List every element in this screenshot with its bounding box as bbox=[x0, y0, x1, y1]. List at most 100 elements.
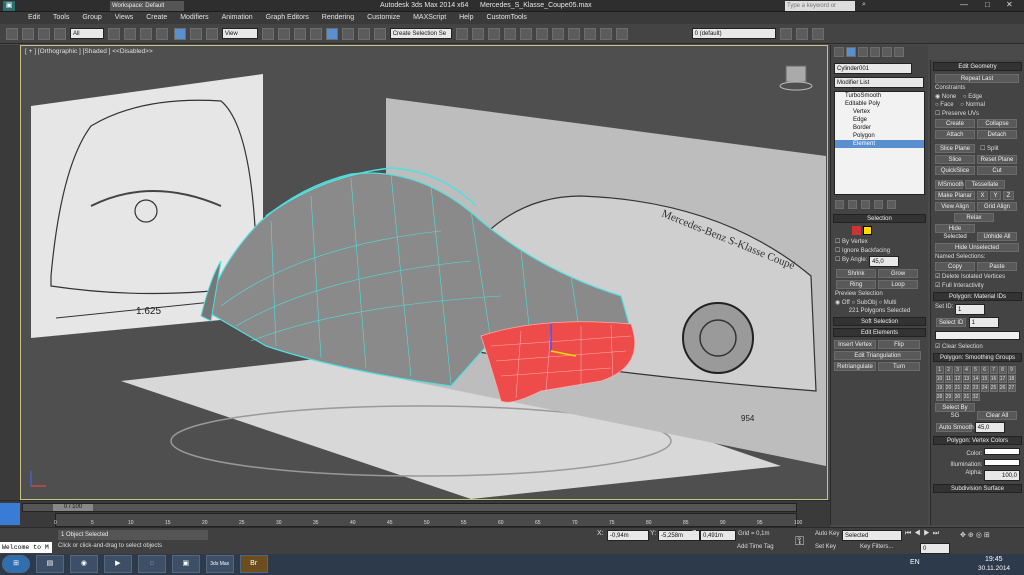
grid-align-button[interactable]: Grid Align bbox=[977, 202, 1017, 211]
select-id-button[interactable]: Select ID bbox=[936, 318, 966, 327]
full-interactivity-checkbox[interactable]: ☑ Full Interactivity bbox=[931, 281, 1024, 290]
clear-selection-checkbox[interactable]: ☑ Clear Selection bbox=[931, 342, 1024, 351]
alpha-input[interactable]: 100,0 bbox=[984, 470, 1020, 481]
maximize-button[interactable]: □ bbox=[985, 0, 990, 9]
relax-button[interactable]: Relax bbox=[954, 213, 994, 222]
smoothing-group-button[interactable]: 7 bbox=[989, 365, 998, 374]
stack-turbosmooth[interactable]: TurboSmooth bbox=[835, 92, 924, 100]
search-icon[interactable]: ⌕ bbox=[862, 1, 866, 9]
delete-isolated-checkbox[interactable]: ☑ Delete Isolated Vertices bbox=[931, 272, 1024, 281]
undo-icon[interactable] bbox=[6, 28, 18, 40]
layer-select-icon[interactable] bbox=[811, 28, 824, 40]
modifier-stack[interactable]: TurboSmooth Editable Poly Vertex Edge Bo… bbox=[834, 91, 925, 195]
planar-z-button[interactable]: Z bbox=[1003, 191, 1014, 200]
element-mode-icon[interactable] bbox=[863, 226, 872, 235]
folder-icon[interactable]: ▣ bbox=[171, 555, 200, 573]
edit-geometry-rollout[interactable]: Edit Geometry bbox=[933, 62, 1022, 71]
smoothing-group-button[interactable]: 31 bbox=[962, 392, 971, 401]
set-key-button[interactable]: Set Key bbox=[815, 544, 836, 550]
snap-icon[interactable] bbox=[309, 28, 322, 40]
key-icon[interactable]: ⚿ bbox=[795, 534, 804, 549]
smoothing-group-button[interactable]: 8 bbox=[998, 365, 1007, 374]
scale-icon[interactable] bbox=[205, 28, 218, 40]
ribbon-icon[interactable] bbox=[503, 28, 516, 40]
flip-button[interactable]: Flip bbox=[878, 340, 920, 349]
menu-graph-editors[interactable]: Graph Editors bbox=[266, 12, 309, 24]
select-by-sg-button[interactable]: Select By SG bbox=[935, 403, 975, 419]
show-end-result-icon[interactable] bbox=[848, 200, 857, 209]
minimize-button[interactable]: — bbox=[960, 0, 968, 9]
time-slider-handle[interactable]: 0 / 100 bbox=[53, 504, 93, 511]
named-selection-dropdown[interactable]: Create Selection Se bbox=[389, 28, 452, 39]
preview-options[interactable]: ◉ Off ○ SubObj ○ Multi bbox=[831, 298, 928, 307]
render-icon[interactable] bbox=[599, 28, 612, 40]
layer-props-icon[interactable] bbox=[795, 28, 808, 40]
menu-maxscript[interactable]: MAXScript bbox=[413, 12, 446, 24]
smoothing-group-button[interactable]: 32 bbox=[971, 392, 980, 401]
menu-edit[interactable]: Edit bbox=[28, 12, 40, 24]
soft-selection-rollout[interactable]: Soft Selection bbox=[833, 317, 926, 326]
hide-unselected-button[interactable]: Hide Unselected bbox=[935, 243, 1019, 252]
remove-modifier-icon[interactable] bbox=[874, 200, 883, 209]
bind-icon[interactable] bbox=[54, 28, 66, 40]
smoothing-group-button[interactable]: 14 bbox=[971, 374, 980, 383]
object-name-input[interactable]: Cylinder001 bbox=[834, 63, 912, 74]
menu-customize[interactable]: Customize bbox=[367, 12, 400, 24]
stack-border[interactable]: Border bbox=[835, 124, 924, 132]
menu-group[interactable]: Group bbox=[82, 12, 101, 24]
menu-help[interactable]: Help bbox=[459, 12, 473, 24]
navigation-controls[interactable]: ✥⊕◎⊞ bbox=[960, 531, 992, 539]
angle-snap-icon[interactable] bbox=[325, 28, 338, 40]
curve-editor-icon[interactable] bbox=[519, 28, 532, 40]
select-object-icon[interactable] bbox=[107, 28, 120, 40]
pin-stack-icon[interactable] bbox=[835, 200, 844, 209]
detach-button[interactable]: Detach bbox=[977, 130, 1017, 139]
explorer-icon[interactable]: ▤ bbox=[35, 555, 64, 573]
material-name-dropdown[interactable] bbox=[935, 331, 1020, 340]
smoothing-group-button[interactable]: 27 bbox=[1007, 383, 1016, 392]
mirror-icon[interactable] bbox=[455, 28, 468, 40]
chrome-icon[interactable]: ◉ bbox=[69, 555, 98, 573]
language-indicator[interactable]: EN bbox=[910, 559, 920, 566]
maxscript-listener[interactable]: Welcome to M bbox=[0, 542, 52, 553]
percent-snap-icon[interactable] bbox=[341, 28, 354, 40]
smoothing-group-button[interactable]: 12 bbox=[953, 374, 962, 383]
polygon-mode-icon[interactable] bbox=[852, 226, 861, 235]
modify-tab-icon[interactable] bbox=[846, 47, 856, 57]
view-align-button[interactable]: View Align bbox=[935, 202, 975, 211]
media-player-icon[interactable]: ▶ bbox=[103, 555, 132, 573]
stack-element[interactable]: Element bbox=[835, 140, 924, 148]
motion-tab-icon[interactable] bbox=[870, 47, 880, 57]
slice-button[interactable]: Slice bbox=[935, 155, 975, 164]
smoothing-group-button[interactable]: 15 bbox=[980, 374, 989, 383]
tessellate-button[interactable]: Tessellate bbox=[965, 180, 1005, 189]
smoothing-group-button[interactable]: 6 bbox=[980, 365, 989, 374]
stack-vertex[interactable]: Vertex bbox=[835, 108, 924, 116]
app-logo[interactable]: ▣ bbox=[3, 1, 15, 11]
layer-dropdown[interactable]: 0 (default) bbox=[691, 28, 776, 39]
vertex-colors-rollout[interactable]: Polygon: Vertex Colors bbox=[933, 436, 1022, 445]
by-vertex-checkbox[interactable]: ☐ By Vertex bbox=[831, 237, 928, 246]
schematic-icon[interactable] bbox=[535, 28, 548, 40]
add-time-tag[interactable]: Add Time Tag bbox=[737, 544, 774, 550]
move-icon[interactable] bbox=[173, 28, 186, 40]
menu-create[interactable]: Create bbox=[146, 12, 167, 24]
menu-tools[interactable]: Tools bbox=[53, 12, 69, 24]
msmooth-button[interactable]: MSmooth bbox=[935, 180, 964, 189]
stack-editable-poly[interactable]: Editable Poly bbox=[835, 100, 924, 108]
browser-icon[interactable]: ◌ bbox=[137, 555, 166, 573]
smoothing-group-button[interactable]: 23 bbox=[971, 383, 980, 392]
smoothing-group-button[interactable]: 19 bbox=[935, 383, 944, 392]
smoothing-group-button[interactable]: 20 bbox=[944, 383, 953, 392]
menu-animation[interactable]: Animation bbox=[222, 12, 253, 24]
smoothing-group-button[interactable]: 13 bbox=[962, 374, 971, 383]
smoothing-group-button[interactable]: 24 bbox=[980, 383, 989, 392]
bridge-icon[interactable]: Br bbox=[239, 555, 268, 573]
repeat-last-button[interactable]: Repeat Last bbox=[935, 74, 1019, 83]
smoothing-group-button[interactable]: 29 bbox=[944, 392, 953, 401]
copy-button[interactable]: Copy bbox=[935, 262, 975, 271]
set-id-input[interactable]: 1 bbox=[955, 304, 986, 315]
smoothing-group-button[interactable]: 26 bbox=[998, 383, 1007, 392]
turn-button[interactable]: Turn bbox=[878, 362, 920, 371]
playback-controls[interactable]: ⏮◀▶⏭ bbox=[905, 530, 942, 538]
